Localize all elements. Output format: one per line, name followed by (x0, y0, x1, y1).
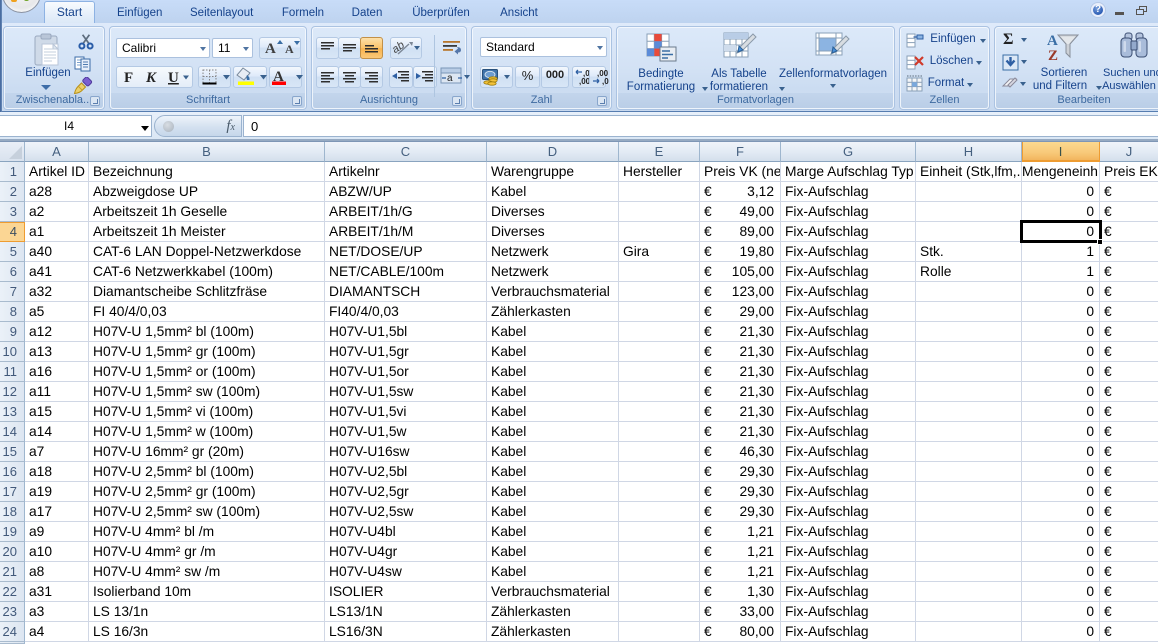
svg-text:K: K (145, 70, 157, 86)
svg-text:A: A (265, 41, 276, 57)
svg-text:,0: ,0 (602, 77, 609, 86)
svg-text:U: U (168, 70, 179, 86)
svg-text:A: A (1047, 33, 1058, 49)
svg-text:F: F (124, 70, 133, 86)
svg-text:Z: Z (1048, 48, 1058, 64)
svg-text:a: a (447, 73, 453, 84)
svg-text:A: A (285, 42, 294, 56)
